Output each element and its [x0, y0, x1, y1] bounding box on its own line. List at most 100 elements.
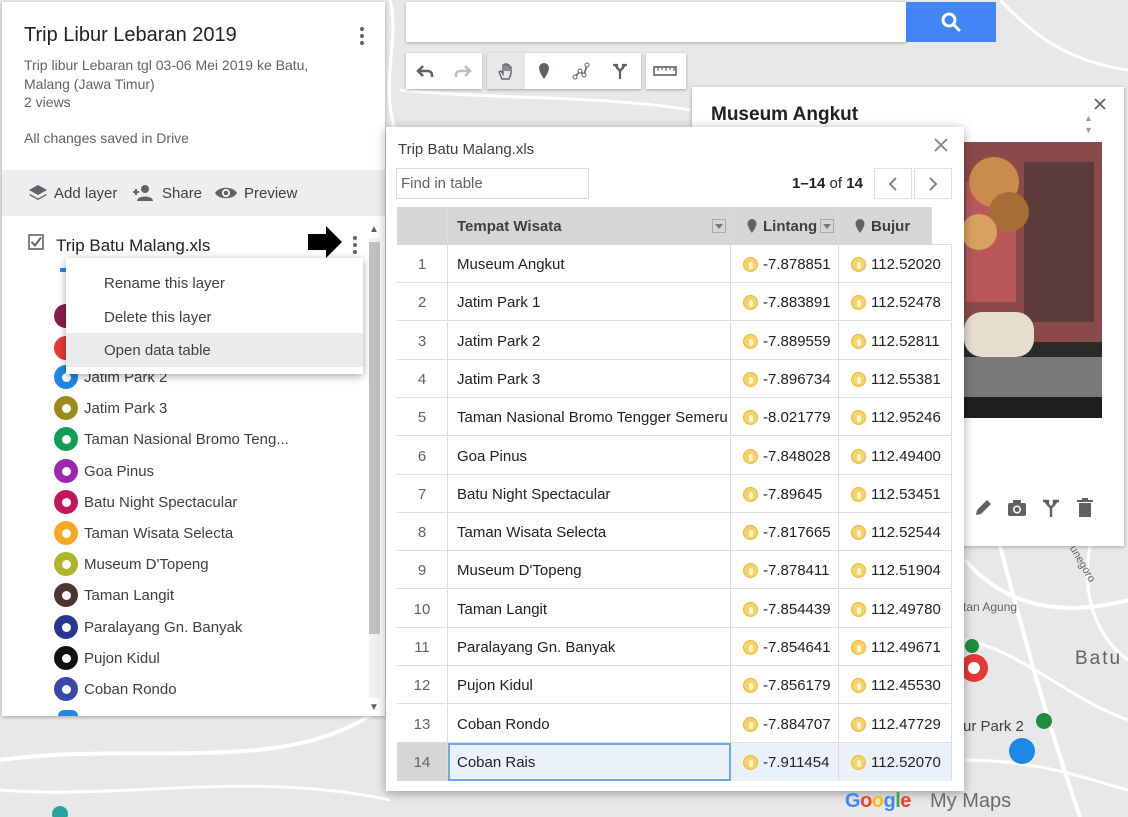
delete-button[interactable] — [1074, 497, 1098, 521]
row-index-cell[interactable]: 2 — [397, 283, 448, 321]
latitude-cell[interactable]: -7.856179 — [731, 666, 839, 704]
longitude-cell[interactable]: 112.52020 — [839, 245, 952, 283]
place-name-cell[interactable]: Coban Rondo — [448, 705, 731, 743]
row-index-cell[interactable]: 6 — [397, 437, 448, 475]
table-row[interactable]: 2 Jatim Park 1 -7.883891 112.52478 — [397, 283, 952, 321]
row-index-cell[interactable]: 10 — [397, 590, 448, 628]
prev-page-button[interactable] — [874, 168, 912, 199]
scroll-down-icon[interactable]: ▼ — [369, 702, 379, 713]
latitude-cell[interactable]: -7.878851 — [731, 245, 839, 283]
latitude-cell[interactable]: -7.883891 — [731, 283, 839, 321]
place-list-item[interactable]: Goa Pinus — [54, 458, 154, 484]
search-button[interactable] — [906, 2, 996, 42]
place-list-item[interactable]: Jatim Park 3 — [54, 395, 167, 421]
layer-visibility-checkbox[interactable] — [28, 234, 44, 250]
longitude-cell[interactable]: 112.49780 — [839, 590, 952, 628]
next-page-button[interactable] — [914, 168, 952, 199]
table-row[interactable]: 13 Coban Rondo -7.884707 112.47729 — [397, 705, 952, 743]
table-row[interactable]: 14 Coban Rais -7.911454 112.52070 — [397, 743, 952, 781]
layer-name[interactable]: Trip Batu Malang.xls — [56, 236, 210, 256]
longitude-cell[interactable]: 112.95246 — [839, 398, 952, 436]
longitude-cell[interactable]: 112.53451 — [839, 475, 952, 513]
table-row[interactable]: 12 Pujon Kidul -7.856179 112.45530 — [397, 666, 952, 704]
map-options-button[interactable] — [352, 24, 372, 48]
latitude-cell[interactable]: -7.817665 — [731, 513, 839, 551]
row-index-cell[interactable]: 9 — [397, 551, 448, 589]
row-index-cell[interactable]: 5 — [397, 398, 448, 436]
column-header-lat[interactable]: Lintang — [731, 207, 839, 245]
place-name-cell[interactable]: Jatim Park 2 — [448, 322, 731, 360]
place-list-item[interactable]: Pujon Kidul — [54, 645, 160, 671]
place-name-cell[interactable]: Museum Angkut — [448, 245, 731, 283]
place-list-item[interactable]: Museum D'Topeng — [54, 551, 209, 577]
row-index-cell[interactable]: 14 — [397, 743, 448, 781]
draw-line-button[interactable] — [563, 53, 601, 89]
column-header-name[interactable]: Tempat Wisata — [448, 207, 731, 245]
latitude-cell[interactable]: -7.884707 — [731, 705, 839, 743]
pan-tool-button[interactable] — [487, 53, 525, 89]
scroll-thumb[interactable] — [369, 242, 380, 634]
add-layer-button[interactable]: Add layer — [28, 170, 117, 216]
table-row[interactable]: 4 Jatim Park 3 -7.896734 112.55381 — [397, 360, 952, 398]
latitude-cell[interactable]: -7.911454 — [731, 743, 839, 781]
table-row[interactable]: 8 Taman Wisata Selecta -7.817665 112.52544 — [397, 513, 952, 551]
table-row[interactable]: 10 Taman Langit -7.854439 112.49780 — [397, 590, 952, 628]
latitude-cell[interactable]: -7.854439 — [731, 590, 839, 628]
card-scroll-down-icon[interactable]: ▼ — [1084, 125, 1093, 135]
menu-item-rename-layer[interactable]: Rename this layer — [66, 266, 363, 300]
place-name-cell[interactable]: Batu Night Spectacular — [448, 475, 731, 513]
place-list-item[interactable]: Taman Wisata Selecta — [54, 520, 233, 546]
table-row[interactable]: 3 Jatim Park 2 -7.889559 112.52811 — [397, 322, 952, 360]
longitude-cell[interactable]: 112.49400 — [839, 437, 952, 475]
card-directions-button[interactable] — [1040, 497, 1064, 521]
place-name-cell[interactable]: Taman Langit — [448, 590, 731, 628]
place-name-cell[interactable]: Coban Rais — [448, 743, 731, 781]
place-list-item[interactable]: Coban Rondo — [54, 676, 177, 702]
edit-button[interactable] — [972, 497, 996, 521]
preview-button[interactable]: Preview — [214, 170, 297, 216]
map-title[interactable]: Trip Libur Lebaran 2019 — [24, 24, 237, 47]
directions-button[interactable] — [601, 53, 639, 89]
add-marker-button[interactable] — [525, 53, 563, 89]
row-index-cell[interactable]: 4 — [397, 360, 448, 398]
row-index-cell[interactable]: 3 — [397, 322, 448, 360]
column-menu-icon[interactable] — [820, 219, 834, 233]
place-list-item[interactable]: Paralayang Gn. Banyak — [54, 614, 242, 640]
longitude-cell[interactable]: 112.52478 — [839, 283, 952, 321]
redo-button[interactable] — [444, 53, 482, 89]
latitude-cell[interactable]: -7.848028 — [731, 437, 839, 475]
latitude-cell[interactable]: -7.878411 — [731, 551, 839, 589]
longitude-cell[interactable]: 112.55381 — [839, 360, 952, 398]
longitude-cell[interactable]: 112.52811 — [839, 322, 952, 360]
longitude-cell[interactable]: 112.49671 — [839, 628, 952, 666]
scroll-up-icon[interactable]: ▲ — [369, 224, 379, 235]
row-index-cell[interactable]: 8 — [397, 513, 448, 551]
table-row[interactable]: 1 Museum Angkut -7.878851 112.52020 — [397, 245, 952, 283]
layer-options-button[interactable] — [346, 232, 364, 258]
place-name-cell[interactable]: Jatim Park 3 — [448, 360, 731, 398]
data-table-close-button[interactable] — [934, 135, 948, 158]
row-index-cell[interactable]: 7 — [397, 475, 448, 513]
row-index-cell[interactable]: 11 — [397, 628, 448, 666]
latitude-cell[interactable]: -7.89645 — [731, 475, 839, 513]
latitude-cell[interactable]: -8.021779 — [731, 398, 839, 436]
add-photo-button[interactable] — [1006, 497, 1030, 521]
longitude-cell[interactable]: 112.51904 — [839, 551, 952, 589]
table-row[interactable]: 11 Paralayang Gn. Banyak -7.854641 112.4967… — [397, 628, 952, 666]
place-name-cell[interactable]: Jatim Park 1 — [448, 283, 731, 321]
table-row[interactable]: 5 Taman Nasional Bromo Tengger Semeru -8.0… — [397, 398, 952, 436]
map-description[interactable]: Trip libur Lebaran tgl 03-06 Mei 2019 ke… — [24, 56, 344, 94]
table-row[interactable]: 9 Museum D'Topeng -7.878411 112.51904 — [397, 551, 952, 589]
table-row[interactable]: 6 Goa Pinus -7.848028 112.49400 — [397, 437, 952, 475]
place-name-cell[interactable]: Paralayang Gn. Banyak — [448, 628, 731, 666]
longitude-cell[interactable]: 112.52070 — [839, 743, 952, 781]
longitude-cell[interactable]: 112.47729 — [839, 705, 952, 743]
place-photo[interactable] — [964, 142, 1102, 418]
undo-button[interactable] — [406, 53, 444, 89]
row-index-cell[interactable]: 13 — [397, 705, 448, 743]
place-list-item[interactable]: Taman Nasional Bromo Teng... — [54, 426, 289, 452]
column-menu-icon[interactable] — [712, 219, 726, 233]
place-name-cell[interactable]: Museum D'Topeng — [448, 551, 731, 589]
place-name-cell[interactable]: Taman Nasional Bromo Tengger Semeru — [448, 398, 731, 436]
share-button[interactable]: Share — [132, 170, 202, 216]
